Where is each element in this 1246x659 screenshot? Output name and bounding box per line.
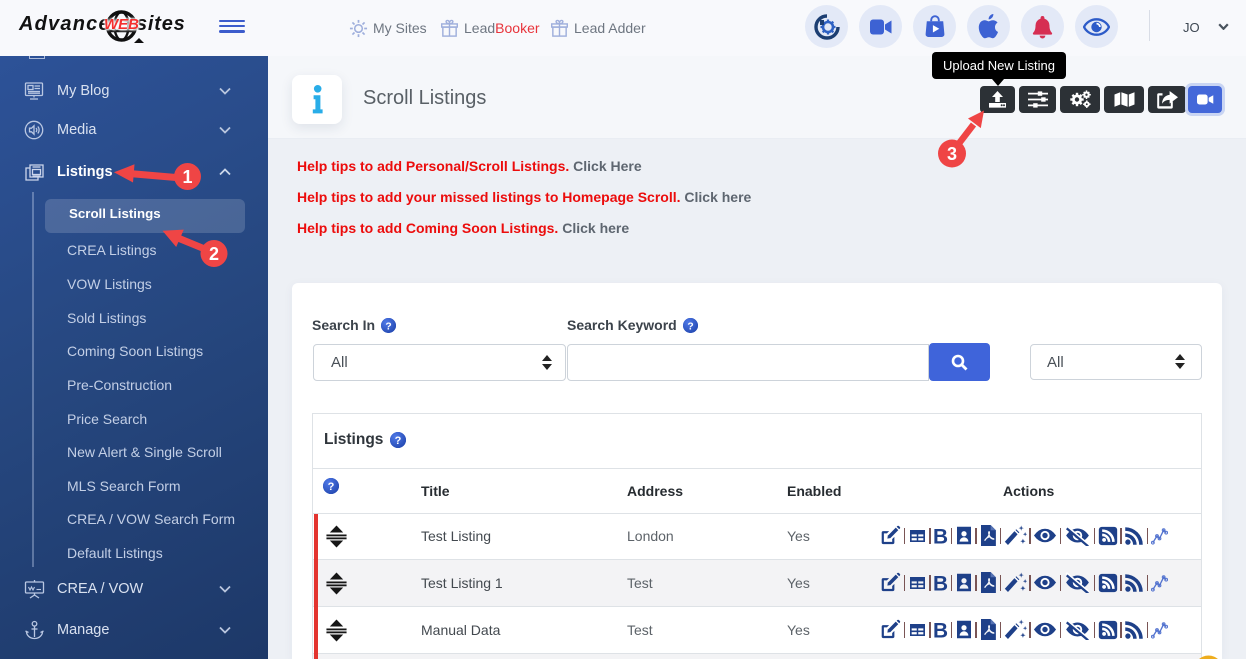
svg-text:3: 3: [947, 144, 957, 164]
